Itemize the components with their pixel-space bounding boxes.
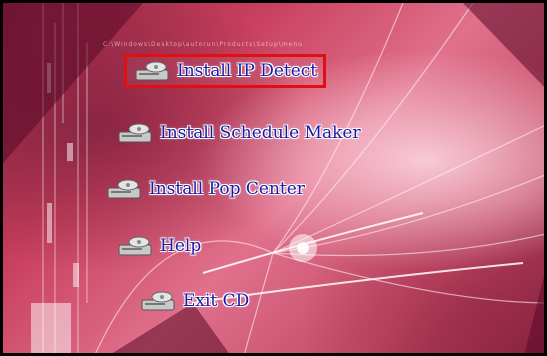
autorun-window: C:\Windows\Desktop\autorun\Products\Setu… xyxy=(0,0,547,356)
menu-item-install-ip-detect[interactable]: Install IP Detect xyxy=(123,54,327,88)
menu-item-install-pop-center[interactable]: Install Pop Center xyxy=(107,179,305,199)
menu-item-exit-cd[interactable]: Exit CD xyxy=(141,291,249,311)
menu-item-help[interactable]: Help xyxy=(118,236,201,256)
cd-drive-icon xyxy=(141,291,175,311)
cd-drive-icon xyxy=(135,61,169,81)
path-caption-strip: C:\Windows\Desktop\autorun\Products\Setu… xyxy=(103,41,303,48)
menu-item-label: Exit CD xyxy=(183,291,250,311)
menu-item-label: Install Pop Center xyxy=(149,179,305,199)
cd-drive-icon xyxy=(118,123,152,143)
menu-item-label: Install IP Detect xyxy=(177,61,318,81)
menu-item-label: Install Schedule Maker xyxy=(160,123,361,143)
menu-item-install-schedule-maker[interactable]: Install Schedule Maker xyxy=(118,123,361,143)
menu-item-label: Help xyxy=(160,236,202,256)
cd-drive-icon xyxy=(118,236,152,256)
cd-drive-icon xyxy=(107,179,141,199)
